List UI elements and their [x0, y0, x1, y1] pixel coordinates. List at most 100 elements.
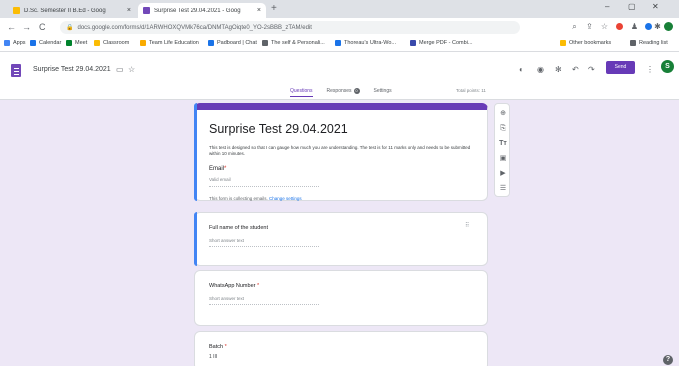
bookmark-meet[interactable]: Meet — [66, 40, 87, 46]
change-settings-link[interactable]: Change settings — [269, 196, 302, 201]
tab-responses[interactable]: Responses 0 — [327, 88, 360, 97]
bookmark-reading-list[interactable]: Reading list — [630, 40, 668, 46]
bookmark-self-personality[interactable]: The self & Personali... — [262, 40, 325, 46]
browser-tab-ds-semester[interactable]: D.Sc. Semester II B.Ed - Goog × — [8, 3, 136, 18]
bookmark-apps[interactable]: Apps — [4, 40, 26, 46]
form-description[interactable]: This test is designed so that I can gaug… — [209, 145, 477, 157]
collect-emails-note: This form is collecting emails. Change s… — [209, 196, 302, 201]
add-image-icon[interactable]: ▣ — [498, 154, 508, 164]
more-vert-icon[interactable]: ⋮ — [646, 65, 654, 74]
reading-list-icon — [630, 40, 636, 46]
url-text: docs.google.com/forms/d/1ARWHOXQVMk76ca/… — [77, 24, 312, 31]
bookmark-classroom[interactable]: Classroom — [94, 40, 129, 46]
form-tabs: Questions Responses 0 Settings — [290, 88, 392, 97]
tab-title: Surprise Test 29.04.2021 - Goog — [154, 7, 241, 14]
globe-icon — [262, 40, 268, 46]
active-card-indicator — [194, 103, 197, 201]
drag-handle-icon[interactable]: ⠿ — [465, 222, 469, 229]
responses-count-badge: 0 — [353, 88, 360, 94]
folder-icon[interactable]: ▭ — [116, 65, 124, 74]
add-video-icon[interactable]: ▶ — [498, 169, 508, 179]
active-card-indicator — [194, 212, 197, 266]
lock-icon: 🔒 — [66, 25, 74, 31]
question-label: Full name of the student — [209, 225, 269, 231]
required-asterisk: * — [224, 344, 227, 350]
classroom-icon — [94, 40, 100, 46]
question-label: WhatsApp Number * — [209, 283, 260, 289]
bookmark-calendar[interactable]: Calendar — [30, 40, 61, 46]
question-label: Batch * — [209, 344, 227, 350]
new-tab-button[interactable]: + — [271, 3, 277, 15]
bookmark-team-life[interactable]: Team Life Education — [140, 40, 199, 46]
google-forms-logo-icon[interactable] — [11, 64, 21, 77]
url-bar[interactable]: 🔒 docs.google.com/forms/d/1ARWHOXQVMk76c… — [60, 21, 520, 34]
undo-icon[interactable]: ↶ — [572, 65, 579, 74]
import-questions-icon[interactable]: ⎘ — [498, 124, 508, 134]
padboard-icon — [208, 40, 214, 46]
browser-tab-surprise-test[interactable]: Surprise Test 29.04.2021 - Goog × — [138, 3, 266, 18]
form-title-card[interactable]: Surprise Test 29.04.2021 This test is de… — [194, 103, 488, 201]
short-answer-field: Short answer text — [209, 238, 319, 247]
email-question-label: Email* — [209, 166, 227, 172]
redo-icon[interactable]: ↷ — [588, 65, 595, 74]
folder-icon — [560, 40, 566, 46]
add-title-icon[interactable]: Tт — [498, 139, 508, 149]
forms-header: Surprise Test 29.04.2021 ▭ ☆ ◐ ◉ ✻ ↶ ↷ S… — [0, 52, 679, 100]
tab-title: D.Sc. Semester II B.Ed - Goog — [24, 7, 106, 14]
folder-icon — [140, 40, 146, 46]
tab-close-icon[interactable]: × — [257, 7, 261, 14]
short-answer-field: Short answer text — [209, 296, 319, 305]
apps-icon — [4, 40, 10, 46]
bookmark-padboard[interactable]: Padboard | Chat — [208, 40, 257, 46]
extension-icon[interactable] — [645, 23, 652, 30]
maximize-icon[interactable]: ▢ — [628, 2, 636, 11]
extension-icon[interactable] — [616, 23, 623, 30]
add-section-icon[interactable]: ☰ — [498, 184, 508, 194]
add-question-icon[interactable]: ⊕ — [498, 109, 508, 119]
tab-close-icon[interactable]: × — [127, 7, 131, 14]
email-field: Valid email — [209, 177, 319, 187]
calendar-icon — [30, 40, 36, 46]
browser-tab-strip: D.Sc. Semester II B.Ed - Goog × Surprise… — [0, 0, 679, 18]
total-points: Total points: 11 — [456, 88, 486, 93]
palette-icon[interactable]: ◐ — [519, 65, 524, 74]
required-asterisk: * — [257, 283, 260, 289]
meet-icon — [66, 40, 72, 46]
zoom-icon[interactable]: ⌕ — [570, 22, 579, 31]
extension-person-icon[interactable]: ♟ — [630, 22, 639, 31]
question-card-batch[interactable]: Batch * 1 III — [194, 331, 488, 366]
question-card-full-name[interactable]: Full name of the student Short answer te… — [194, 212, 488, 266]
tab-questions[interactable]: Questions — [290, 88, 313, 97]
question-card-whatsapp[interactable]: WhatsApp Number * Short answer text — [194, 270, 488, 326]
bookmark-thoreau[interactable]: Thoreau's Ultra-Wo... — [335, 40, 396, 46]
pdf-icon — [410, 40, 416, 46]
drive-favicon-icon — [13, 7, 20, 14]
forward-button[interactable]: → — [22, 21, 31, 33]
doc-icon — [335, 40, 341, 46]
floating-add-toolbar: ⊕ ⎘ Tт ▣ ▶ ☰ — [494, 103, 510, 197]
tab-settings[interactable]: Settings — [374, 88, 392, 97]
star-icon[interactable]: ☆ — [600, 22, 609, 31]
profile-icon[interactable] — [664, 22, 673, 31]
required-asterisk: * — [224, 166, 227, 172]
settings-gear-icon[interactable]: ✻ — [555, 65, 562, 74]
bookmark-merge-pdf[interactable]: Merge PDF - Combi... — [410, 40, 472, 46]
send-button[interactable]: Send — [606, 61, 635, 74]
avatar[interactable]: S — [661, 60, 674, 73]
minimize-icon[interactable]: – — [605, 2, 609, 11]
close-window-icon[interactable]: ✕ — [652, 2, 659, 11]
back-button[interactable]: ← — [7, 21, 16, 33]
share-icon[interactable]: ⇪ — [585, 22, 594, 31]
form-title[interactable]: Surprise Test 29.04.2021 — [209, 122, 348, 136]
bookmark-other[interactable]: Other bookmarks — [560, 40, 611, 46]
bookmarks-bar: Apps Calendar Meet Classroom Team Life E… — [0, 37, 679, 52]
forms-favicon-icon — [143, 7, 150, 14]
star-icon[interactable]: ☆ — [128, 65, 135, 74]
reload-button[interactable]: C — [39, 21, 46, 33]
address-bar-row: ← → C 🔒 docs.google.com/forms/d/1ARWHOXQ… — [0, 18, 679, 37]
puzzle-icon[interactable]: ✱ — [653, 22, 662, 31]
document-title[interactable]: Surprise Test 29.04.2021 — [33, 66, 111, 73]
batch-option[interactable]: 1 III — [209, 354, 217, 360]
help-icon[interactable]: ? — [663, 355, 673, 365]
preview-eye-icon[interactable]: ◉ — [537, 65, 544, 74]
